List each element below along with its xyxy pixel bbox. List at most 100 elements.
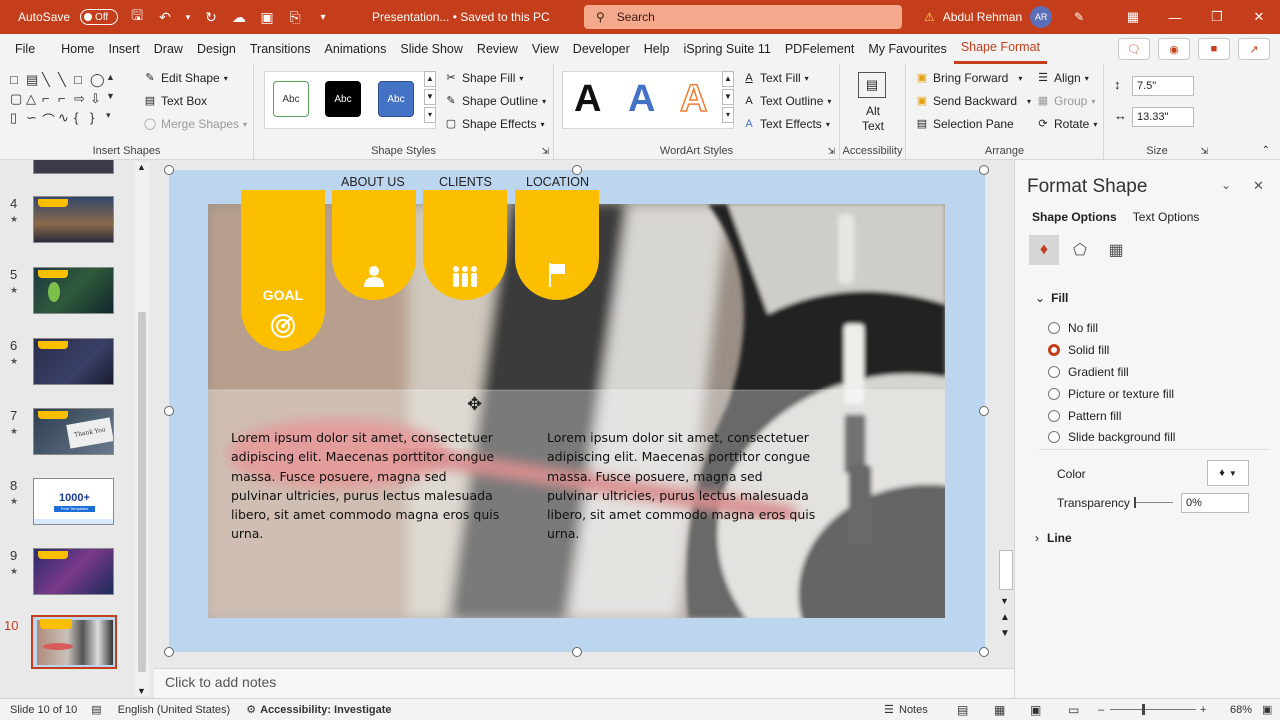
chevron-down-icon[interactable]: ▾ — [184, 8, 192, 26]
resize-handle-br[interactable] — [979, 647, 989, 657]
alt-text-button[interactable]: Alt Text — [840, 104, 906, 134]
search-box[interactable]: ⚲ Search — [584, 5, 902, 29]
up-arrow-icon[interactable]: ▲ — [106, 72, 122, 88]
fit-slide-icon[interactable]: ▣ — [1262, 703, 1272, 716]
zoom-in-icon[interactable]: + — [1200, 704, 1206, 716]
text-box-button[interactable]: ▤ Text Box — [143, 94, 207, 108]
shape-styles-scroll[interactable]: ▲ ▼ ▾ — [424, 71, 436, 123]
slide-thumbnail-3[interactable] — [33, 160, 114, 174]
radio-slide-background-fill[interactable]: Slide background fill — [1048, 430, 1175, 444]
fill-line-icon[interactable]: ♦ — [1029, 235, 1059, 265]
freeform-shape-icon[interactable]: ▯ — [10, 110, 26, 129]
dialog-launcher-icon[interactable]: ⇲ — [541, 146, 549, 157]
down-arrow-icon[interactable]: ▼ — [106, 91, 122, 107]
menu-view[interactable]: View — [525, 34, 566, 64]
transparency-input[interactable]: 0% — [1181, 493, 1249, 513]
body-text-left[interactable]: Lorem ipsum dolor sit amet, consectetuer… — [231, 428, 501, 544]
radio-no-fill[interactable]: No fill — [1048, 321, 1098, 335]
resize-handle-tr[interactable] — [979, 165, 989, 175]
autosave-toggle[interactable]: Off — [80, 9, 119, 25]
language-status[interactable]: English (United States) — [118, 704, 231, 716]
triangle-shape-icon[interactable]: △ — [26, 91, 42, 107]
slide-thumbnail-9[interactable] — [33, 548, 114, 595]
share-icon[interactable]: ↗ — [1238, 38, 1270, 60]
shape-style-blue[interactable]: Abc — [378, 81, 414, 117]
goal-banner[interactable]: GOAL — [241, 190, 325, 351]
curve-shape-icon[interactable]: ∿ — [58, 110, 74, 129]
wordart-scroll[interactable]: ▲ ▼ ▾ — [722, 71, 734, 123]
effects-pentagon-icon[interactable]: ⬠ — [1065, 235, 1095, 265]
clients-banner[interactable] — [423, 190, 507, 300]
line-shape-icon[interactable]: ╲ — [42, 72, 58, 88]
more-shapes-icon[interactable]: ▾ — [106, 110, 122, 129]
rectangle-shape-icon[interactable]: □ — [74, 72, 90, 88]
slide-thumbnail-6[interactable] — [33, 338, 114, 385]
shapes-gallery[interactable]: □ ▤ ╲ ╲ □ ◯ ▲ ▢ △ ⌐ ⌐ ⇨ ⇩ ▼ ▯ ∽ ⌒ ∿{} ▾ — [10, 72, 122, 129]
elbow-shape-icon[interactable]: ⌐ — [42, 91, 58, 107]
menu-my-favourites[interactable]: My Favourites — [861, 34, 954, 64]
user-account[interactable]: ⚠ Abdul Rehman AR ✎ — [924, 6, 1084, 28]
scrollbar-thumb[interactable] — [138, 312, 146, 672]
brace-shape-icon[interactable]: { — [74, 110, 90, 129]
brace-shape-icon[interactable]: } — [90, 110, 106, 129]
customize-qat-icon[interactable]: ▾ — [314, 8, 332, 26]
text-fill-button[interactable]: A Text Fill ▾ — [742, 71, 808, 85]
menu-slide-show[interactable]: Slide Show — [393, 34, 470, 64]
slide-thumbnail-4[interactable] — [33, 196, 114, 243]
reading-view-icon[interactable]: ▣ — [1030, 703, 1041, 717]
undo-icon[interactable]: ↶ — [156, 8, 174, 26]
resize-handle-t[interactable] — [572, 165, 582, 175]
collapse-ribbon-icon[interactable]: ⌃ — [1262, 145, 1270, 156]
accessibility-status[interactable]: Accessibility: Investigate — [260, 704, 391, 716]
merge-shapes-button[interactable]: ◯ Merge Shapes ▾ — [143, 117, 247, 131]
menu-help[interactable]: Help — [637, 34, 677, 64]
present-icon[interactable]: ■ — [1198, 38, 1230, 60]
pen-icon[interactable]: ✎ — [1074, 10, 1084, 24]
line-section-header[interactable]: › Line — [1035, 531, 1072, 545]
size-properties-icon[interactable]: ▦ — [1101, 235, 1131, 265]
slide-sorter-icon[interactable]: ▦ — [994, 703, 1005, 717]
previous-slide-icon[interactable]: ▲ — [1000, 612, 1010, 623]
location-banner[interactable] — [515, 190, 599, 300]
normal-view-icon[interactable]: ▤ — [957, 703, 968, 717]
menu-shape-format[interactable]: Shape Format — [953, 34, 1048, 64]
notes-button[interactable]: Notes — [899, 704, 928, 716]
notes-icon[interactable]: ☰ — [884, 703, 894, 716]
resize-handle-l[interactable] — [164, 406, 174, 416]
rotate-button[interactable]: ⟳ Rotate ▾ — [1036, 117, 1097, 131]
pane-options-chevron-icon[interactable]: ⌄ — [1221, 178, 1231, 192]
rectangle-shape-icon[interactable]: □ — [10, 72, 26, 88]
slideshow-view-icon[interactable]: ▭ — [1068, 703, 1079, 717]
nav-location[interactable]: LOCATION — [526, 175, 589, 189]
record-icon[interactable]: ◉ — [1158, 38, 1190, 60]
scroll-down-icon[interactable]: ▼ — [1000, 596, 1009, 606]
pdf-icon[interactable]: ⎘ — [286, 8, 304, 26]
arc-shape-icon[interactable]: ⌒ — [42, 110, 58, 129]
group-button[interactable]: ▦ Group ▾ — [1036, 94, 1096, 108]
scroll-up-icon[interactable]: ▲ — [137, 162, 146, 172]
presenter-icon[interactable]: ☁ — [230, 8, 248, 26]
wordart-orange-outline[interactable]: A — [679, 77, 708, 121]
menu-draw[interactable]: Draw — [147, 34, 190, 64]
slide-info[interactable]: Slide 10 of 10 — [10, 704, 77, 716]
body-text-right[interactable]: Lorem ipsum dolor sit amet, consectetuer… — [547, 428, 817, 544]
current-slide[interactable]: GOAL ABOUT US CLIENTS LOCATION Lorem ips… — [169, 170, 985, 652]
menu-ispring[interactable]: iSpring Suite 11 — [677, 34, 778, 64]
scroll-down-icon[interactable]: ▼ — [137, 686, 146, 696]
menu-design[interactable]: Design — [190, 34, 243, 64]
textbox-shape-icon[interactable]: ▤ — [26, 72, 42, 88]
radio-pattern-fill[interactable]: Pattern fill — [1048, 409, 1121, 423]
right-arrow-shape-icon[interactable]: ⇨ — [74, 91, 90, 107]
selection-pane-button[interactable]: ▤ Selection Pane — [915, 117, 1014, 131]
alt-text-icon[interactable]: ▤ — [858, 72, 886, 98]
radio-solid-fill[interactable]: Solid fill — [1048, 343, 1109, 357]
shape-fill-button[interactable]: ✂ Shape Fill ▾ — [444, 71, 523, 85]
resize-handle-b[interactable] — [572, 647, 582, 657]
tab-text-options[interactable]: Text Options — [1133, 210, 1200, 224]
ribbon-display-icon[interactable]: ▦ — [1112, 0, 1154, 34]
slide-thumbnail-8[interactable]: 1000+ Free Templates — [33, 478, 114, 525]
nav-about-us[interactable]: ABOUT US — [341, 175, 405, 189]
nav-clients[interactable]: CLIENTS — [439, 175, 492, 189]
text-outline-button[interactable]: A Text Outline ▾ — [742, 94, 831, 108]
oval-shape-icon[interactable]: ◯ — [90, 72, 106, 88]
